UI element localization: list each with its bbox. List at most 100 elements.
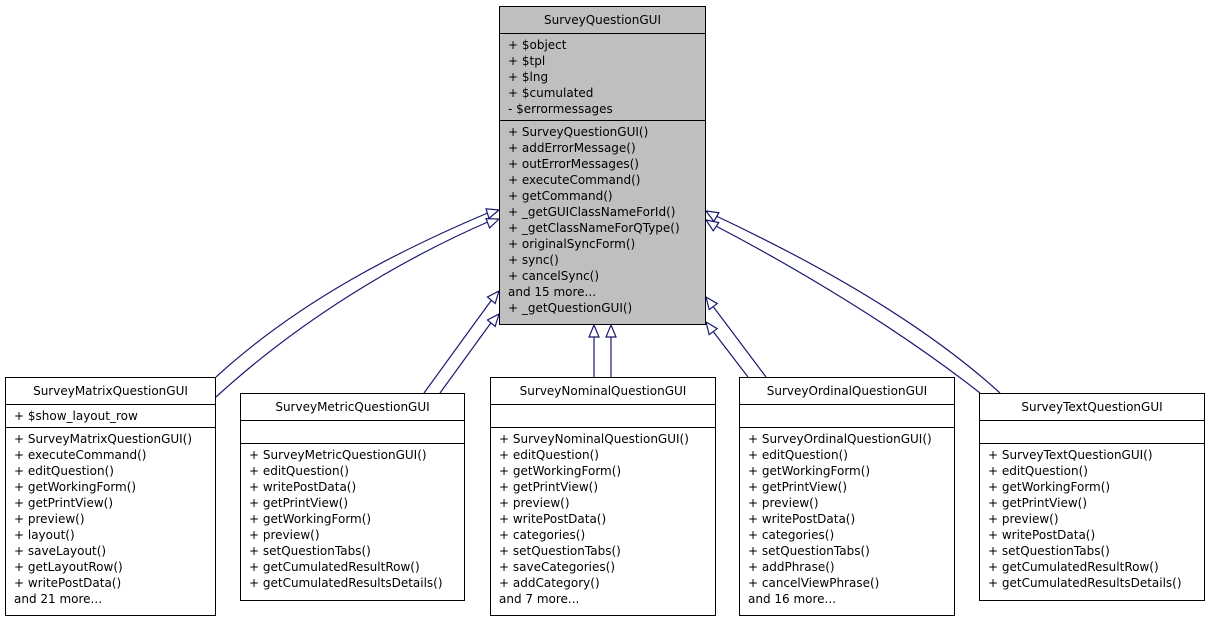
method: + getCommand() — [508, 189, 613, 203]
attribute: + $cumulated — [508, 86, 594, 100]
class-box-surveyquestiongui[interactable]: SurveyQuestionGUI + $object + $tpl + $ln… — [499, 6, 706, 325]
method: + editQuestion() — [14, 464, 114, 478]
method: + sync() — [508, 253, 559, 267]
attribute: + $lng — [508, 70, 549, 84]
method: + outErrorMessages() — [508, 157, 639, 171]
method: + setQuestionTabs() — [499, 544, 621, 558]
more-members-link[interactable]: and 7 more... — [499, 591, 715, 607]
method: + getPrintView() — [14, 496, 114, 510]
method: + saveLayout() — [14, 544, 107, 558]
inheritance-edge — [439, 319, 494, 394]
method-list: + SurveyMetricQuestionGUI() + editQuesti… — [241, 444, 464, 594]
class-title: SurveyOrdinalQuestionGUI — [740, 378, 954, 405]
inheritance-edge — [215, 211, 491, 378]
method: + layout() — [14, 528, 75, 542]
inheritance-arrowhead-icon — [588, 323, 600, 338]
attribute-list — [491, 405, 715, 428]
method: + SurveyMetricQuestionGUI() — [249, 448, 427, 462]
class-title: SurveyMetricQuestionGUI — [241, 394, 464, 421]
method-list: + SurveyMatrixQuestionGUI() + executeCom… — [6, 428, 215, 610]
method: + executeCommand() — [508, 173, 641, 187]
method: + setQuestionTabs() — [748, 544, 870, 558]
inheritance-arrowhead-icon — [605, 323, 617, 338]
inheritance-arrowhead-icon — [485, 208, 501, 220]
method: + SurveyQuestionGUI() — [508, 125, 649, 139]
method: + addErrorMessage() — [508, 141, 636, 155]
inheritance-edge — [713, 214, 1001, 394]
method: + getLayoutRow() — [14, 560, 123, 574]
method: + getCumulatedResultRow() — [249, 560, 420, 574]
method: + addCategory() — [499, 576, 600, 590]
class-box-surveytextquestiongui[interactable]: SurveyTextQuestionGUI + SurveyTextQuesti… — [979, 393, 1205, 601]
attribute: + $object — [508, 38, 567, 52]
inheritance-edge — [713, 224, 981, 394]
method: + _getGUIClassNameForId() — [508, 205, 676, 219]
method: + originalSyncForm() — [508, 237, 636, 251]
method: + categories() — [499, 528, 586, 542]
attribute-list — [740, 405, 954, 428]
class-box-surveymatrixquestiongui[interactable]: SurveyMatrixQuestionGUI + $show_layout_r… — [5, 377, 216, 616]
method: + writePostData() — [748, 512, 856, 526]
method: + editQuestion() — [499, 448, 599, 462]
attribute-list: + $show_layout_row — [6, 405, 215, 428]
method: + writePostData() — [499, 512, 607, 526]
method: + SurveyTextQuestionGUI() — [988, 448, 1153, 462]
method: + SurveyNominalQuestionGUI() — [499, 432, 689, 446]
inheritance-arrowhead-icon — [485, 218, 501, 230]
method: + preview() — [249, 528, 320, 542]
method: + preview() — [988, 512, 1059, 526]
attribute: - $errormessages — [508, 102, 613, 116]
more-members-link[interactable]: and 16 more... — [748, 591, 954, 607]
method: + editQuestion() — [748, 448, 848, 462]
class-title: SurveyMatrixQuestionGUI — [6, 378, 215, 405]
inheritance-arrowhead-icon — [705, 295, 719, 311]
class-box-surveyordinalquestiongui[interactable]: SurveyOrdinalQuestionGUI + SurveyOrdinal… — [739, 377, 955, 616]
more-members-link[interactable]: and 21 more... — [14, 591, 215, 607]
method: + writePostData() — [14, 576, 122, 590]
method: + cancelViewPhrase() — [748, 576, 880, 590]
attribute: + $tpl — [508, 54, 546, 68]
method: + getWorkingForm() — [499, 464, 622, 478]
method: + getWorkingForm() — [249, 512, 372, 526]
method: + setQuestionTabs() — [249, 544, 371, 558]
class-title: SurveyTextQuestionGUI — [980, 394, 1204, 421]
method: + getPrintView() — [988, 496, 1088, 510]
inheritance-arrowhead-icon — [486, 289, 500, 305]
method: + editQuestion() — [249, 464, 349, 478]
inheritance-edge — [711, 329, 749, 378]
class-box-surveynominalquestiongui[interactable]: SurveyNominalQuestionGUI + SurveyNominal… — [490, 377, 716, 616]
method: + getCumulatedResultsDetails() — [249, 576, 443, 590]
class-box-surveymetricquestiongui[interactable]: SurveyMetricQuestionGUI + SurveyMetricQu… — [240, 393, 465, 601]
attribute-list — [980, 421, 1204, 444]
method: + preview() — [14, 512, 85, 526]
attribute-list: + $object + $tpl + $lng + $cumulated - $… — [500, 34, 705, 121]
method-list: + SurveyOrdinalQuestionGUI() + editQuest… — [740, 428, 954, 610]
method-list: + SurveyNominalQuestionGUI() + editQuest… — [491, 428, 715, 610]
method: + getPrintView() — [249, 496, 349, 510]
inheritance-arrowhead-icon — [704, 219, 720, 232]
method: + getPrintView() — [748, 480, 848, 494]
method: + preview() — [499, 496, 570, 510]
attribute-list — [241, 421, 464, 444]
inheritance-edge — [215, 220, 491, 398]
class-title: SurveyNominalQuestionGUI — [491, 378, 715, 405]
method: + getWorkingForm() — [748, 464, 871, 478]
inheritance-edge — [423, 297, 494, 394]
method: + getCumulatedResultRow() — [988, 560, 1159, 574]
method: + writePostData() — [988, 528, 1096, 542]
method: + SurveyOrdinalQuestionGUI() — [748, 432, 932, 446]
method: + saveCategories() — [499, 560, 616, 574]
method: + cancelSync() — [508, 269, 600, 283]
method: + _getQuestionGUI() — [508, 301, 633, 315]
method-list: + SurveyTextQuestionGUI() + editQuestion… — [980, 444, 1204, 594]
class-title: SurveyQuestionGUI — [500, 7, 705, 34]
more-members-link[interactable]: and 15 more... — [508, 284, 705, 300]
method: + _getClassNameForQType() — [508, 221, 680, 235]
method: + getWorkingForm() — [14, 480, 137, 494]
method-list: + SurveyQuestionGUI() + addErrorMessage(… — [500, 121, 705, 319]
method: + getWorkingForm() — [988, 480, 1111, 494]
method: + writePostData() — [249, 480, 357, 494]
method: + addPhrase() — [748, 560, 835, 574]
inheritance-arrowhead-icon — [705, 320, 719, 336]
method: + executeCommand() — [14, 448, 147, 462]
